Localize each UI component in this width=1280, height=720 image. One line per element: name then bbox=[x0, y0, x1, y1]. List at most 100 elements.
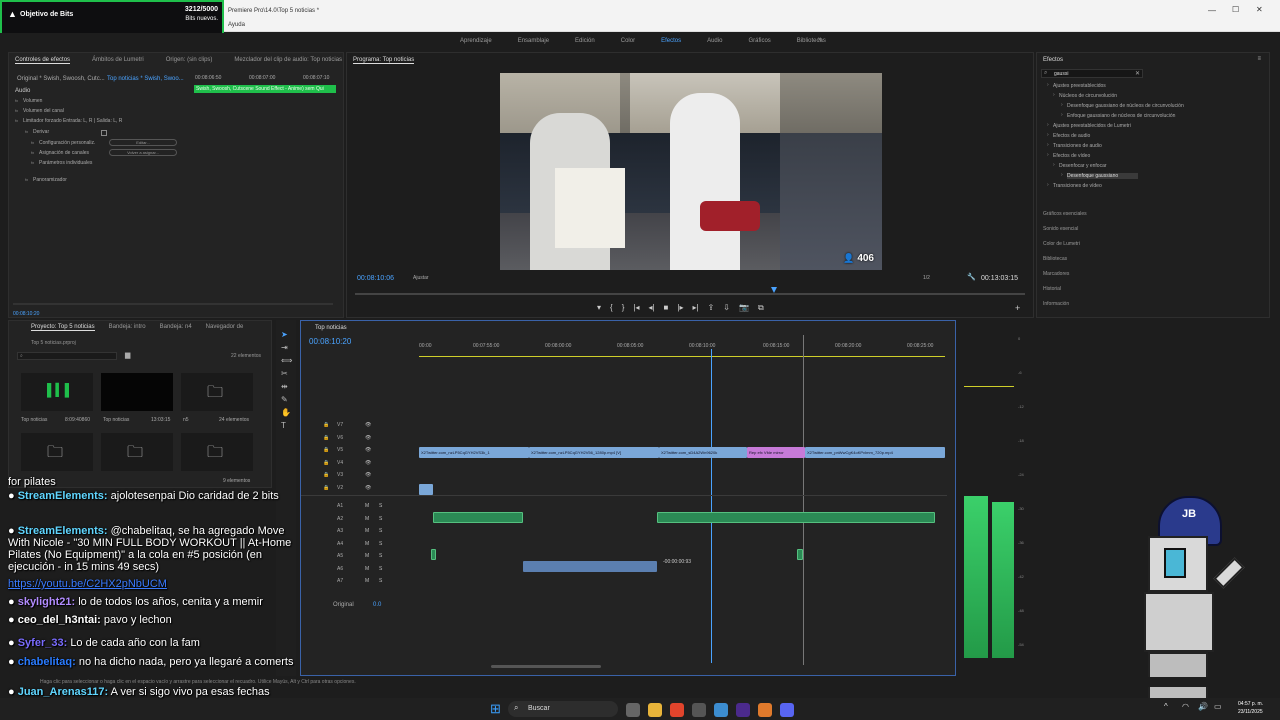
fx-toggle-icon[interactable]: fx bbox=[25, 129, 28, 134]
eye-icon[interactable]: 👁 bbox=[365, 472, 371, 478]
workspace-tab-2[interactable]: Edición bbox=[575, 38, 595, 44]
audio-track-6[interactable]: A7 bbox=[337, 578, 343, 584]
brace-out-icon[interactable]: } bbox=[622, 303, 625, 312]
solo-button[interactable]: S bbox=[379, 516, 382, 522]
obs-icon[interactable] bbox=[692, 703, 706, 717]
ec-tab-1[interactable]: Ámbitos de Lumetri bbox=[92, 57, 144, 63]
ec-tab-2[interactable]: Origen: (sin clips) bbox=[166, 57, 213, 63]
task-view-icon[interactable] bbox=[626, 703, 640, 717]
effects-tree-item-9[interactable]: Desenfoque gaussiano bbox=[1067, 173, 1139, 179]
chat-username[interactable]: ceo_del_h3ntai: bbox=[18, 614, 101, 626]
brace-in-icon[interactable]: { bbox=[610, 303, 613, 312]
copilot-icon[interactable] bbox=[714, 703, 728, 717]
audio-track-2[interactable]: A3 bbox=[337, 528, 343, 534]
workspace-tab-5[interactable]: Audio bbox=[707, 38, 722, 44]
lift-icon[interactable]: ⇪ bbox=[708, 303, 715, 312]
timeline-timecode[interactable]: 00:08:10:20 bbox=[309, 337, 351, 346]
workspace-tab-0[interactable]: Aprendizaje bbox=[460, 38, 492, 44]
solo-button[interactable]: S bbox=[379, 553, 382, 559]
effects-subpanel-2[interactable]: Color de Lumetri bbox=[1043, 241, 1080, 247]
workspace-tab-1[interactable]: Ensamblaje bbox=[518, 38, 549, 44]
mark-in-icon[interactable]: ▾ bbox=[597, 303, 601, 312]
go-to-in-icon[interactable]: |◂ bbox=[633, 303, 639, 312]
ec-row-0[interactable]: Volumen bbox=[23, 98, 42, 104]
mute-button[interactable]: M bbox=[365, 503, 369, 509]
effects-tree-item-8[interactable]: Desenfocar y enfocar bbox=[1059, 163, 1107, 169]
derivar-checkbox[interactable] bbox=[101, 130, 107, 136]
project-tab-0[interactable]: Proyecto: Top 5 noticias bbox=[31, 324, 95, 331]
video-track-5[interactable]: V2 bbox=[337, 485, 343, 491]
chat-username[interactable]: StreamElements: bbox=[18, 525, 108, 537]
thumb-bin-n2[interactable]: 🗀 bbox=[181, 433, 253, 471]
workspace-tab-4[interactable]: Efectos bbox=[661, 38, 681, 44]
solo-button[interactable]: S bbox=[379, 566, 382, 572]
ripple-edit-icon[interactable]: ⟺ bbox=[281, 356, 292, 365]
ec-row-1[interactable]: Volumen del canal bbox=[23, 108, 64, 114]
clear-search-icon[interactable]: ✕ bbox=[1135, 70, 1140, 77]
effects-tree-item-5[interactable]: Efectos de audio bbox=[1053, 133, 1090, 139]
video-clip-1[interactable]: X2Twitter.com_nzLP5CqGYH2VS3k_1 bbox=[419, 447, 529, 458]
chat-username[interactable]: Juan_Arenas117: bbox=[18, 686, 109, 698]
export-frame-icon[interactable]: 📷 bbox=[739, 303, 749, 312]
effects-menu-icon[interactable]: ≡ bbox=[1257, 56, 1261, 62]
chevron-icon[interactable]: › bbox=[1061, 172, 1063, 178]
thumb-bin-n4[interactable]: 🗀 bbox=[21, 433, 93, 471]
program-timecode[interactable]: 00:08:10:06 bbox=[357, 275, 394, 282]
app-icon[interactable] bbox=[758, 703, 772, 717]
effects-tree-item-3[interactable]: Enfoque gaussiano de núcleos de circunvo… bbox=[1067, 113, 1175, 119]
video-track-2[interactable]: V5 bbox=[337, 447, 343, 453]
audio-clip-blue[interactable] bbox=[523, 561, 657, 572]
thumb-bin-n5[interactable]: 🗀 bbox=[181, 373, 253, 411]
effects-tree-item-6[interactable]: Transiciones de audio bbox=[1053, 143, 1102, 149]
premiere-icon[interactable] bbox=[736, 703, 750, 717]
ec-row-2[interactable]: Limitador forzado Entrada: L, R | Salida… bbox=[23, 118, 122, 124]
video-clip-3[interactable]: X2Twitter.com_sD4A2Wn9620k bbox=[659, 447, 747, 458]
fit-dropdown[interactable]: Ajustar bbox=[413, 275, 429, 281]
mute-button[interactable]: M bbox=[365, 528, 369, 534]
minimize-icon[interactable]: — bbox=[1208, 6, 1216, 15]
extract-icon[interactable]: ⇩ bbox=[723, 303, 730, 312]
ec-tab-3[interactable]: Mezclador del clip de audio: Top noticia… bbox=[234, 57, 342, 63]
audio-track-4[interactable]: A5 bbox=[337, 553, 343, 559]
chat-username[interactable]: Syfer_33: bbox=[18, 637, 68, 649]
ec-tab-0[interactable]: Controles de efectos bbox=[15, 57, 71, 64]
effects-subpanel-5[interactable]: Historial bbox=[1043, 286, 1061, 292]
eye-icon[interactable]: 👁 bbox=[365, 447, 371, 453]
ec-timecode[interactable]: 00:08:10:20 bbox=[13, 311, 39, 317]
chevron-icon[interactable]: › bbox=[1047, 142, 1049, 148]
maximize-icon[interactable]: ☐ bbox=[1232, 5, 1239, 14]
workspace-tab-6[interactable]: Gráficos bbox=[748, 38, 770, 44]
mute-button[interactable]: M bbox=[365, 541, 369, 547]
effects-subpanel-0[interactable]: Gráficos esenciales bbox=[1043, 211, 1087, 217]
chat-text[interactable]: https://youtu.be/C2HX2pNbUCM bbox=[8, 578, 167, 590]
mute-button[interactable]: M bbox=[365, 516, 369, 522]
timeline-h-scroll[interactable] bbox=[491, 665, 601, 668]
type-tool-icon[interactable]: T bbox=[281, 421, 286, 430]
mute-button[interactable]: M bbox=[365, 553, 369, 559]
tray-chevron-icon[interactable]: ^ bbox=[1164, 702, 1168, 711]
revert-button[interactable]: Volver a asignar... bbox=[109, 149, 177, 156]
slip-icon[interactable]: ⇹ bbox=[281, 382, 288, 391]
track-select-icon[interactable]: ⇥ bbox=[281, 343, 288, 352]
razor-icon[interactable]: ✂ bbox=[281, 369, 288, 378]
eye-icon[interactable]: 👁 bbox=[365, 460, 371, 466]
audio-track-0[interactable]: A1 bbox=[337, 503, 343, 509]
workspace-tab-3[interactable]: Color bbox=[621, 38, 635, 44]
chat-username[interactable]: skylight21: bbox=[18, 596, 75, 608]
ec-row-3[interactable]: Derivar bbox=[33, 129, 49, 135]
chevron-icon[interactable]: › bbox=[1053, 162, 1055, 168]
fx-toggle-icon[interactable]: fx bbox=[15, 118, 18, 123]
brave-icon[interactable] bbox=[670, 703, 684, 717]
edit-button[interactable]: Editar... bbox=[109, 139, 177, 146]
effects-subpanel-6[interactable]: Información bbox=[1043, 301, 1069, 307]
chevron-icon[interactable]: › bbox=[1053, 92, 1055, 98]
solo-button[interactable]: S bbox=[379, 503, 382, 509]
pen-icon[interactable]: ✎ bbox=[281, 395, 288, 404]
chevron-icon[interactable]: › bbox=[1047, 182, 1049, 188]
thumb-bin-n3[interactable]: 🗀 bbox=[101, 433, 173, 471]
step-forward-icon[interactable]: |▸ bbox=[677, 303, 683, 312]
video-clip-4[interactable]: Rep efx Vfde mirror bbox=[747, 447, 805, 458]
eye-icon[interactable]: 👁 bbox=[365, 422, 371, 428]
chevron-icon[interactable]: › bbox=[1047, 82, 1049, 88]
ratio-dropdown[interactable]: 1/2 bbox=[923, 275, 930, 281]
